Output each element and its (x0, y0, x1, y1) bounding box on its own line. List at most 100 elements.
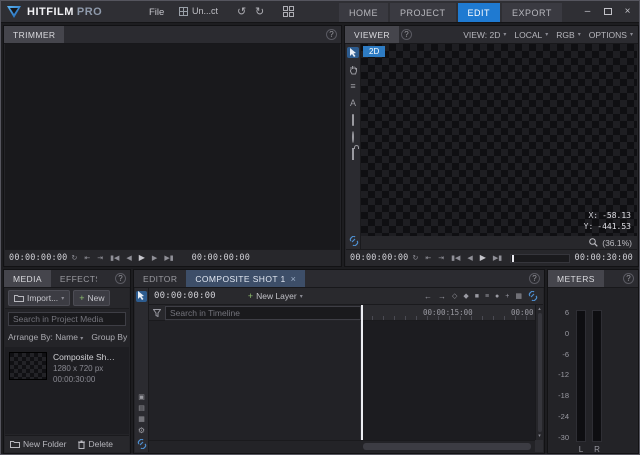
tab-edit[interactable]: EDIT (458, 3, 501, 22)
tab-project[interactable]: PROJECT (390, 3, 456, 22)
trimmer-current-timecode[interactable]: 00:00:00:00 (9, 253, 68, 263)
help-icon[interactable]: ? (326, 29, 337, 40)
step-back-icon[interactable]: ◀ (123, 255, 134, 262)
arrange-by-dropdown[interactable]: Arrange By: Name ▾ (8, 332, 83, 342)
view-menu[interactable]: VIEW: 2D▾ (463, 30, 506, 40)
text-tool-icon[interactable]: A (347, 98, 359, 109)
list-item[interactable]: Composite Shot 1 1280 x 720 px 00:00:30:… (5, 347, 129, 389)
insert-icon[interactable]: + (505, 293, 509, 300)
loop-icon[interactable]: ↻ (69, 255, 81, 262)
viewer-current-timecode[interactable]: 00:00:00:00 (350, 253, 409, 263)
rgb-menu[interactable]: RGB▾ (556, 30, 580, 40)
new-button[interactable]: + New (73, 290, 110, 306)
snap-icon[interactable]: ≡ (485, 293, 489, 300)
set-in-point-icon[interactable]: ⇤ (422, 255, 434, 262)
layer-list-lane[interactable] (149, 321, 361, 440)
scroll-down-icon[interactable]: ▾ (538, 433, 541, 439)
set-in-point-icon[interactable]: ⇤ (81, 255, 93, 262)
scrollbar-thumb[interactable] (363, 443, 531, 450)
vertical-scrollbar[interactable]: ▴ ▾ (535, 305, 543, 440)
tab-editor[interactable]: EDITOR (134, 270, 186, 287)
horizontal-scrollbar[interactable] (149, 440, 535, 452)
scrollbar-thumb[interactable] (538, 313, 542, 432)
help-icon[interactable]: ? (401, 29, 412, 40)
media-search-input[interactable] (8, 312, 126, 326)
hand-tool-icon[interactable] (347, 64, 359, 75)
link-icon[interactable] (528, 291, 538, 301)
new-folder-button[interactable]: New Folder (10, 439, 66, 449)
playhead[interactable] (361, 305, 363, 440)
timeline-ruler[interactable]: 00:00:15:00 00:00:30:00 (361, 305, 535, 321)
prev-frame-icon[interactable]: ▮◀ (448, 255, 463, 262)
link-icon[interactable] (137, 439, 147, 449)
media-button-row: Import... ▾ + New (5, 288, 129, 309)
next-frame-icon[interactable]: ▶▮ (490, 255, 505, 262)
close-icon[interactable]: × (619, 3, 636, 20)
tab-viewer[interactable]: VIEWER (345, 26, 399, 43)
step-back-icon[interactable]: ◀ (464, 255, 475, 262)
delete-button[interactable]: Delete (78, 439, 113, 449)
undo-icon[interactable]: ↺ (237, 5, 246, 18)
zoom-level[interactable]: (36.1%) (602, 238, 632, 248)
help-icon[interactable]: ? (529, 273, 540, 284)
link-icon[interactable] (349, 236, 359, 246)
tab-export[interactable]: EXPORT (502, 3, 562, 22)
filter-icon[interactable] (149, 305, 165, 321)
tab-media[interactable]: MEDIA (4, 270, 51, 287)
ripple-icon[interactable]: ● (495, 293, 499, 300)
ellipse-mask-tool-icon[interactable] (347, 132, 359, 143)
tab-home[interactable]: HOME (339, 3, 388, 22)
loop-icon[interactable]: ↻ (410, 255, 422, 262)
view-mode-badge[interactable]: 2D (363, 46, 385, 57)
set-out-point-icon[interactable]: ⇥ (435, 255, 447, 262)
maximize-icon[interactable] (599, 3, 616, 20)
local-menu[interactable]: LOCAL▾ (514, 30, 548, 40)
scroll-up-icon[interactable]: ▴ (538, 306, 541, 312)
step-forward-icon[interactable]: ▶ (149, 255, 160, 262)
help-icon[interactable]: ? (115, 273, 126, 284)
viewer-canvas[interactable] (361, 44, 637, 236)
tab-effects[interactable]: EFFECTS (51, 270, 97, 287)
jump-in-icon[interactable]: ← (424, 292, 432, 301)
transform-tool-icon[interactable]: ≡ (347, 81, 359, 92)
set-out-point-icon[interactable]: ⇥ (94, 255, 106, 262)
new-layer-button[interactable]: + New Layer ▾ (248, 291, 303, 301)
options-menu[interactable]: OPTIONS▾ (589, 30, 633, 40)
jump-out-icon[interactable]: → (438, 292, 446, 301)
next-frame-icon[interactable]: ▶▮ (161, 255, 176, 262)
select-tool-icon[interactable] (136, 291, 147, 302)
slice-tool-icon[interactable]: ▣ (138, 394, 145, 401)
help-icon[interactable]: ? (623, 273, 634, 284)
group-by-dropdown[interactable]: Group By (91, 332, 127, 342)
lock-icon[interactable] (347, 149, 359, 160)
gear-icon[interactable]: ⚙ (138, 427, 145, 435)
play-icon[interactable]: ▶ (477, 254, 489, 262)
minimize-icon[interactable]: – (579, 3, 596, 20)
redo-icon[interactable]: ↻ (255, 5, 264, 18)
timeline-tracks[interactable] (149, 321, 535, 440)
tab-composite-shot[interactable]: COMPOSITE SHOT 1 × (186, 270, 305, 287)
import-button[interactable]: Import... ▾ (8, 290, 70, 306)
add-keyframe-icon[interactable]: ◆ (463, 292, 468, 300)
trimmer-preview[interactable] (5, 44, 340, 249)
prev-frame-icon[interactable]: ▮◀ (107, 255, 122, 262)
prev-keyframe-icon[interactable]: ◇ (452, 292, 457, 300)
file-menu[interactable]: File (149, 7, 164, 18)
tab-meters[interactable]: METERS (548, 270, 604, 287)
rate-tool-icon[interactable]: ▦ (138, 416, 145, 423)
viewer-scrub-bar[interactable] (510, 254, 569, 263)
select-tool-icon[interactable] (347, 47, 359, 58)
project-name[interactable]: Un...ct (179, 6, 218, 16)
ripple-tool-icon[interactable]: ▤ (138, 405, 145, 412)
close-tab-icon[interactable]: × (291, 274, 297, 284)
tracks-icon[interactable]: ▦ (515, 292, 522, 300)
timeline-zoom-corner[interactable] (535, 440, 543, 452)
play-icon[interactable]: ▶ (136, 254, 148, 262)
scrub-playhead[interactable] (512, 255, 514, 262)
timeline-current-timecode[interactable]: 00:00:00:00 (154, 291, 216, 301)
rect-mask-tool-icon[interactable] (347, 115, 359, 126)
timeline-search-input[interactable] (165, 306, 361, 320)
slice-icon[interactable]: ■ (475, 293, 479, 300)
tab-trimmer[interactable]: TRIMMER (4, 26, 64, 43)
layout-grid-icon[interactable] (283, 6, 294, 17)
